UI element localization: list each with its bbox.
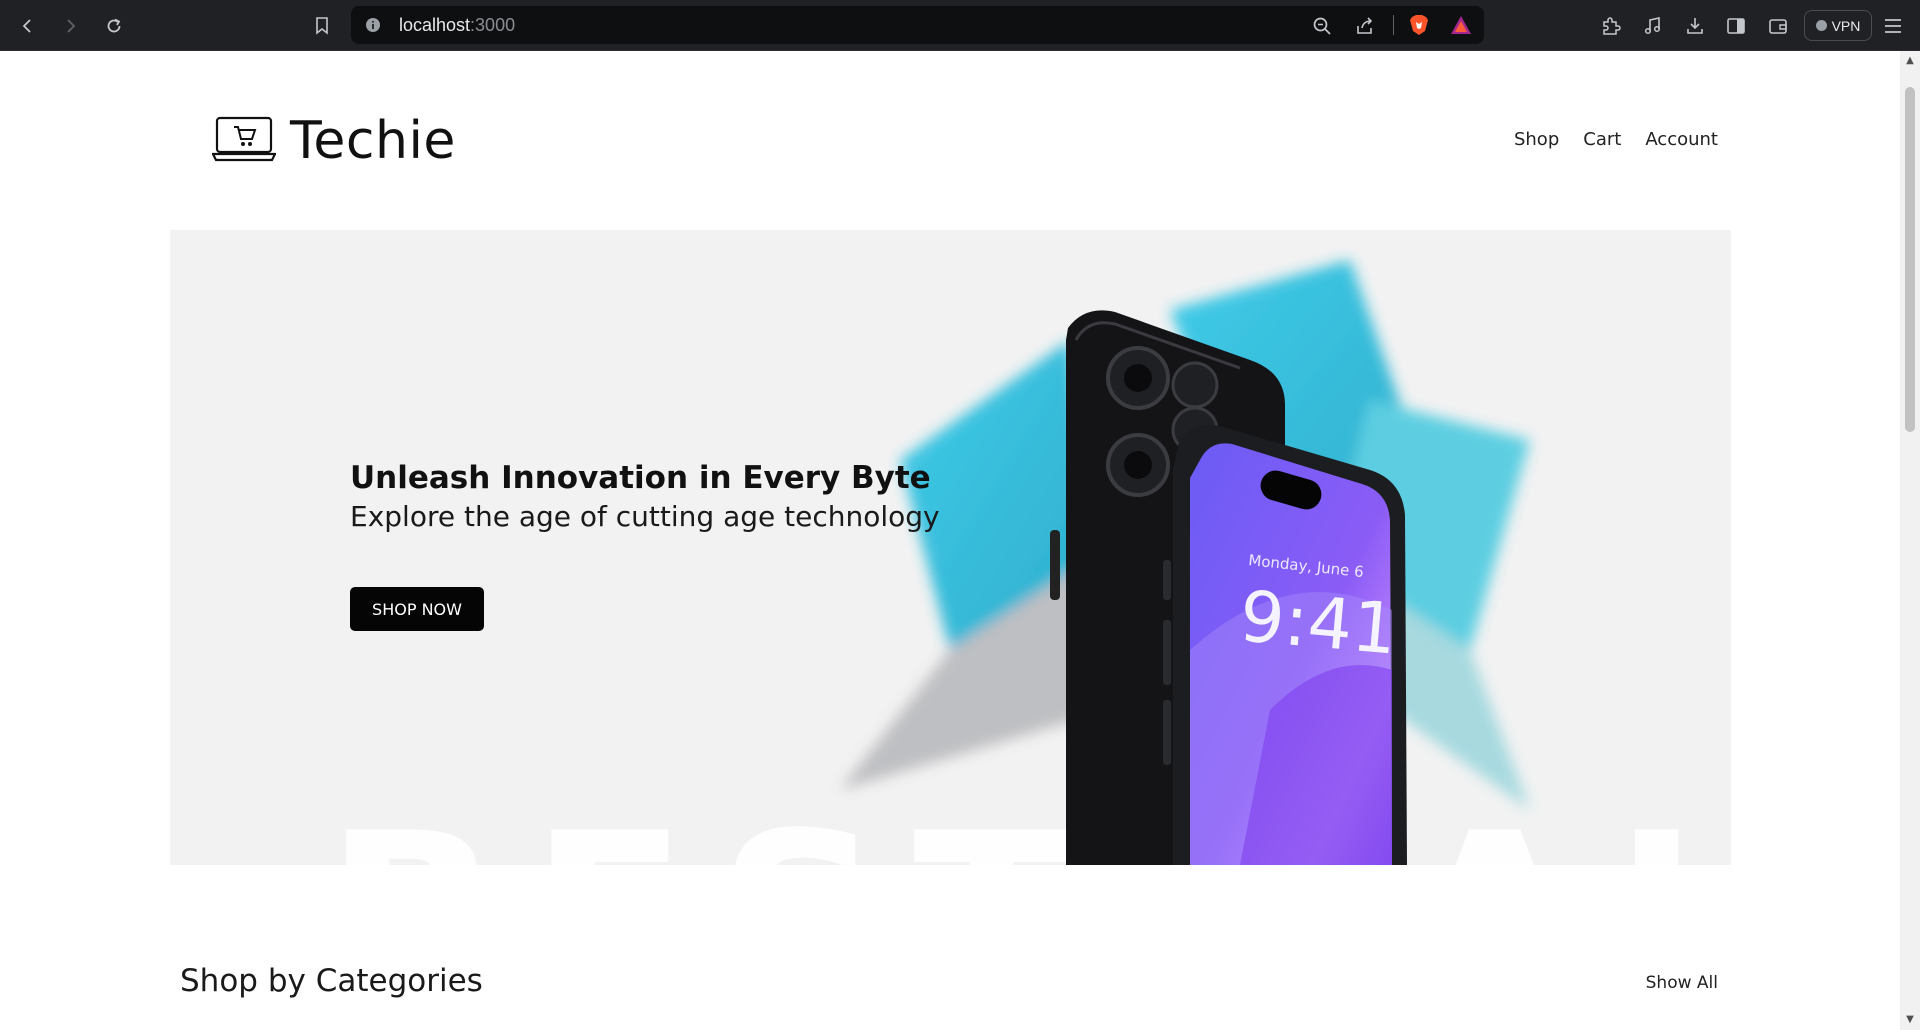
download-icon[interactable] xyxy=(1681,12,1709,40)
share-icon[interactable] xyxy=(1355,16,1375,36)
hero-copy: Unleash Innovation in Every Byte Explore… xyxy=(350,460,940,536)
page-viewport: Techie Shop Cart Account BEST SALE xyxy=(0,51,1900,1030)
hero-subtitle: Explore the age of cutting age technolog… xyxy=(350,500,940,534)
brave-shield-icon[interactable] xyxy=(1409,14,1429,36)
wallet-icon[interactable] xyxy=(1764,12,1792,40)
browser-toolbar: localhost:3000 VPN xyxy=(0,0,1920,51)
extensions-icon[interactable] xyxy=(1597,12,1625,40)
info-icon[interactable] xyxy=(365,17,381,33)
phone-front: Monday, June 6 9:41 xyxy=(1163,424,1407,865)
media-icon[interactable] xyxy=(1639,12,1667,40)
url-port: :3000 xyxy=(470,15,516,35)
cart-laptop-logo-icon xyxy=(211,116,277,166)
scroll-down-arrow-icon[interactable]: ▼ xyxy=(1904,1014,1916,1026)
menu-icon[interactable] xyxy=(1879,12,1907,40)
scroll-up-arrow-icon[interactable]: ▲ xyxy=(1904,55,1916,67)
shop-now-button[interactable]: SHOP NOW xyxy=(350,587,484,631)
divider xyxy=(1393,15,1394,35)
bookmark-icon[interactable] xyxy=(308,12,336,40)
main-nav: Shop Cart Account xyxy=(1514,129,1718,150)
url-text[interactable]: localhost:3000 xyxy=(399,6,515,44)
zoom-icon[interactable] xyxy=(1312,16,1332,36)
scroll-thumb[interactable] xyxy=(1905,87,1915,432)
url-host: localhost xyxy=(399,15,471,35)
vpn-button[interactable]: VPN xyxy=(1804,10,1872,41)
nav-cart[interactable]: Cart xyxy=(1583,129,1621,150)
page-scrollbar[interactable]: ▲ ▼ xyxy=(1900,51,1920,1030)
brave-rewards-icon[interactable] xyxy=(1450,15,1472,35)
brand-name: Techie xyxy=(290,111,456,171)
vpn-label: VPN xyxy=(1831,17,1861,34)
hero-product-image: Monday, June 6 9:41 xyxy=(840,260,1530,865)
nav-account[interactable]: Account xyxy=(1645,129,1718,150)
nav-shop[interactable]: Shop xyxy=(1514,129,1559,150)
reload-icon[interactable] xyxy=(100,12,128,40)
phone-time: 9:41 xyxy=(1237,575,1401,670)
brand-logo[interactable]: Techie xyxy=(211,111,456,171)
categories-heading: Shop by Categories xyxy=(180,963,483,999)
back-icon[interactable] xyxy=(14,12,42,40)
sidebar-icon[interactable] xyxy=(1722,12,1750,40)
forward-icon[interactable] xyxy=(56,12,84,40)
vpn-status-icon xyxy=(1815,20,1827,31)
hero-title: Unleash Innovation in Every Byte xyxy=(350,460,931,496)
show-all-link[interactable]: Show All xyxy=(1646,973,1718,993)
address-bar[interactable]: localhost:3000 xyxy=(351,6,1484,44)
hero-banner: BEST SALE xyxy=(170,230,1731,865)
